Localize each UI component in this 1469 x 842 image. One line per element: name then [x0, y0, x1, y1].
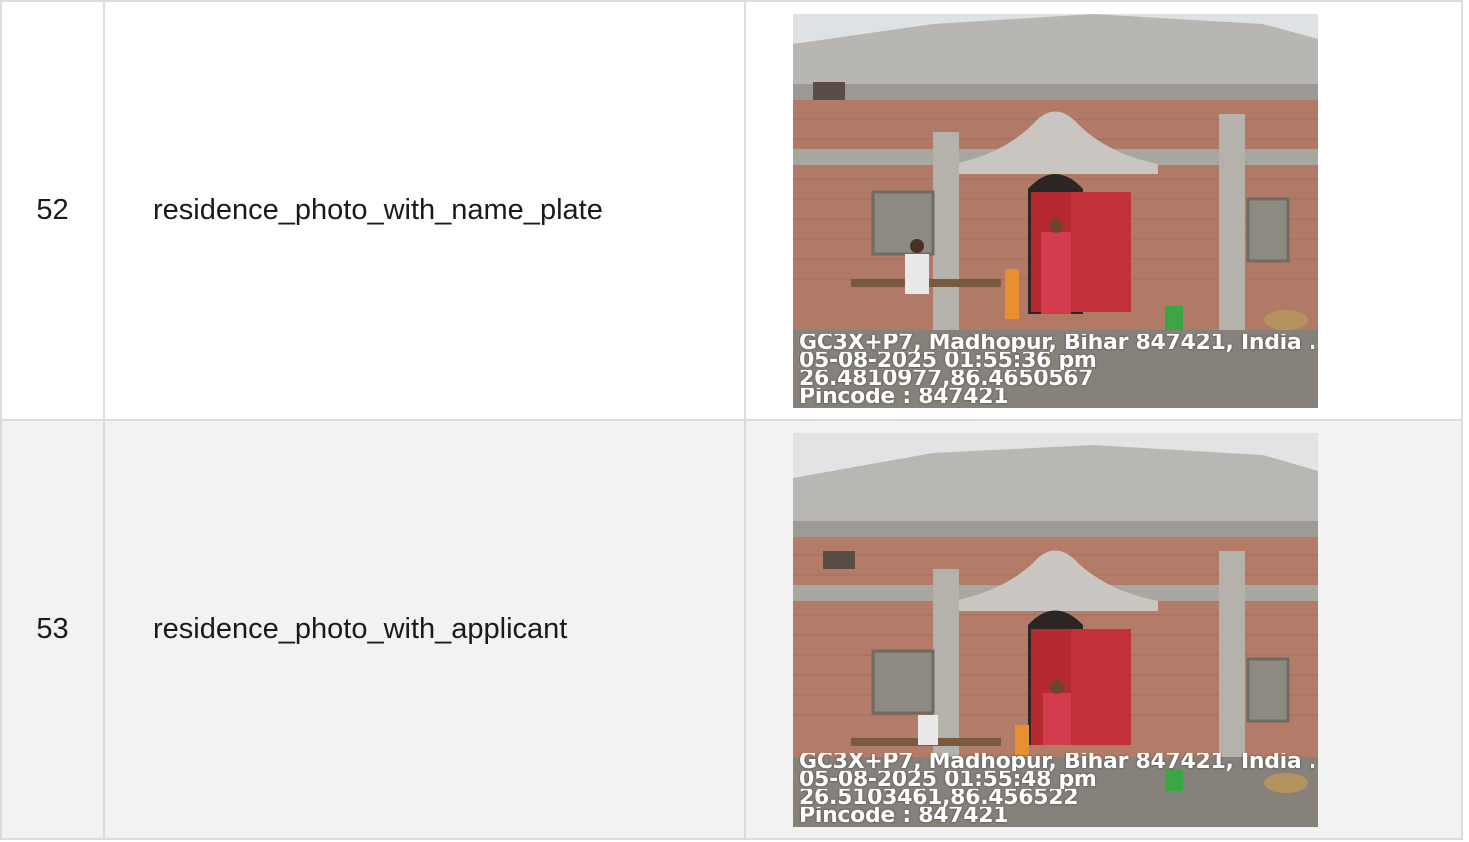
geotag-overlay: GC3X+P7, Madhopur, Bihar 847421, India .… [799, 334, 1314, 406]
geotag-datetime: 05-08-2025 01:55:36 pm [799, 351, 1097, 370]
photo-cell: GC3X+P7, Madhopur, Bihar 847421, India .… [744, 0, 1463, 421]
geotag-overlay: GC3X+P7, Madhopur, Bihar 847421, India .… [799, 753, 1314, 825]
geotag-address: GC3X+P7, Madhopur, Bihar 847421, India .… [799, 752, 1314, 771]
table-row: 52 residence_photo_with_name_plate GC3X+… [0, 0, 1463, 421]
field-name: residence_photo_with_name_plate [103, 0, 746, 421]
geotag-coordinates: 26.4810977,86.4650567 [799, 369, 1094, 388]
residence-photo[interactable]: GC3X+P7, Madhopur, Bihar 847421, India .… [793, 13, 1318, 408]
residence-photo[interactable]: GC3X+P7, Madhopur, Bihar 847421, India .… [793, 432, 1318, 827]
document-table: 52 residence_photo_with_name_plate GC3X+… [0, 0, 1463, 840]
row-number: 52 [0, 0, 105, 421]
table-row: 53 residence_photo_with_applicant GC3X+P… [0, 419, 1463, 840]
geotag-datetime: 05-08-2025 01:55:48 pm [799, 770, 1097, 789]
photo-cell: GC3X+P7, Madhopur, Bihar 847421, India .… [744, 419, 1463, 840]
field-name: residence_photo_with_applicant [103, 419, 746, 840]
geotag-pincode: Pincode : 847421 [799, 387, 1009, 406]
geotag-coordinates: 26.5103461,86.456522 [799, 788, 1079, 807]
geotag-pincode: Pincode : 847421 [799, 806, 1009, 825]
row-number: 53 [0, 419, 105, 840]
geotag-address: GC3X+P7, Madhopur, Bihar 847421, India .… [799, 333, 1314, 352]
